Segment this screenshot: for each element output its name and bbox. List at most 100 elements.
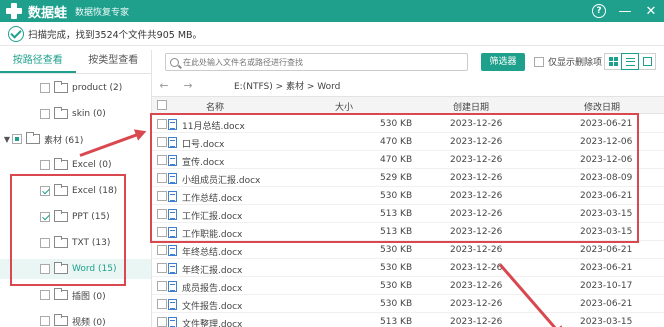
folder-icon <box>54 158 68 170</box>
word-document-icon <box>168 317 177 327</box>
tree-item[interactable]: 视频 (0) <box>0 311 151 327</box>
grid-view-icon <box>608 57 618 66</box>
folder-icon <box>26 132 40 144</box>
view-tabs: 按路径查看 按类型查看 <box>0 50 151 74</box>
file-modified-date: 2023-10-17 <box>580 281 633 291</box>
title-bar: 数据蛙 数据恢复专家 ? — ✕ <box>0 0 664 22</box>
file-modified-date: 2023-06-21 <box>580 299 633 309</box>
check-circle-icon <box>8 25 24 42</box>
tree-item-label: 素材 (61) <box>44 135 84 146</box>
word-document-icon <box>168 281 177 292</box>
toolbar: 筛选器 仅显示删除项 <box>152 50 664 74</box>
scan-status-text: 扫描完成，找到3524个文件共905 MB。 <box>28 29 203 41</box>
search-icon <box>170 57 179 67</box>
help-icon: ? <box>592 4 606 18</box>
deleted-only-checkbox[interactable] <box>534 56 544 67</box>
folder-icon <box>54 81 68 93</box>
word-document-icon <box>168 263 177 274</box>
filter-button[interactable]: 筛选器 <box>481 53 525 71</box>
tree-item-checkbox[interactable] <box>40 316 50 326</box>
table-row[interactable]: 成员报告.docx 530 KB 2023-12-26 2023-10-17 <box>152 277 664 295</box>
tree-item-label: skin (0) <box>72 109 106 119</box>
file-size: 530 KB <box>380 245 413 255</box>
detail-view-button[interactable] <box>638 53 656 70</box>
file-modified-date: 2023-03-15 <box>580 317 633 327</box>
tree-item-checkbox[interactable] <box>40 109 50 119</box>
forward-arrow-icon[interactable]: → <box>176 79 200 92</box>
deleted-only-toggle[interactable]: 仅显示删除项 <box>534 55 602 68</box>
column-modified[interactable]: 修改日期 <box>584 100 620 113</box>
tree-item-label: 插图 (0) <box>72 291 106 302</box>
row-checkbox[interactable] <box>157 263 167 273</box>
logo-cross-icon <box>4 1 24 21</box>
search-box[interactable] <box>165 53 468 71</box>
column-name[interactable]: 名称 <box>206 100 224 113</box>
minimize-button[interactable]: — <box>612 0 638 22</box>
deleted-only-label: 仅显示删除项 <box>548 58 603 68</box>
tree-item-checkbox[interactable] <box>40 290 50 300</box>
search-input[interactable] <box>183 57 453 67</box>
select-all-checkbox[interactable] <box>157 100 167 110</box>
file-created-date: 2023-12-26 <box>450 299 503 309</box>
folder-icon <box>54 314 68 326</box>
tree-item[interactable]: 插图 (0) <box>0 285 151 305</box>
file-name: 文件报告.docx <box>182 302 243 312</box>
tree-item-checkbox[interactable] <box>40 160 50 170</box>
window-controls: ? — ✕ <box>586 0 664 22</box>
file-name: 文件整理.docx <box>182 320 243 327</box>
file-created-date: 2023-12-26 <box>450 281 503 291</box>
tree-item-label: Excel (0) <box>72 160 112 170</box>
row-checkbox[interactable] <box>157 317 167 327</box>
back-arrow-icon[interactable]: ← <box>152 79 176 92</box>
table-row[interactable]: 年终汇报.docx 530 KB 2023-12-26 2023-06-21 <box>152 259 664 277</box>
row-checkbox[interactable] <box>157 245 167 255</box>
tree-item[interactable]: skin (0) <box>0 104 151 124</box>
file-size: 530 KB <box>380 263 413 273</box>
tab-by-type[interactable]: 按类型查看 <box>76 50 152 73</box>
chevron-down-icon[interactable]: ▼ <box>2 135 12 144</box>
annotation-box-left <box>10 174 126 286</box>
tree-item[interactable]: Excel (0) <box>0 155 151 175</box>
table-row[interactable]: 文件报告.docx 530 KB 2023-12-26 2023-06-21 <box>152 295 664 313</box>
list-view-button[interactable] <box>621 53 639 70</box>
table-row[interactable]: 文件整理.docx 513 KB 2023-12-26 2023-03-15 <box>152 313 664 327</box>
table-row[interactable]: 年终总结.docx 530 KB 2023-12-26 2023-06-21 <box>152 241 664 259</box>
word-document-icon <box>168 245 177 256</box>
file-name: 年终总结.docx <box>182 248 243 258</box>
file-modified-date: 2023-06-21 <box>580 263 633 273</box>
word-document-icon <box>168 299 177 310</box>
tab-by-path[interactable]: 按路径查看 <box>0 50 76 73</box>
row-checkbox[interactable] <box>157 281 167 291</box>
app-name: 数据蛙 <box>28 5 68 21</box>
app-window: 数据蛙 数据恢复专家 ? — ✕ 扫描完成，找到3524个文件共905 MB。 … <box>0 0 664 327</box>
file-name: 年终汇报.docx <box>182 266 243 276</box>
tree-item[interactable]: product (2) <box>0 78 151 98</box>
tree-item-label: 视频 (0) <box>72 317 106 327</box>
close-button[interactable]: ✕ <box>638 0 664 22</box>
file-modified-date: 2023-06-21 <box>580 245 633 255</box>
tree-item-label: product (2) <box>72 83 123 93</box>
scan-status-bar: 扫描完成，找到3524个文件共905 MB。 <box>0 22 664 46</box>
column-created[interactable]: 创建日期 <box>453 100 489 113</box>
app-logo: 数据蛙 数据恢复专家 <box>4 1 129 21</box>
tree-indent: ▼ <box>0 135 12 144</box>
path-bar: ← → E:(NTFS) > 素材 > Word <box>152 76 664 94</box>
file-size: 513 KB <box>380 317 413 327</box>
folder-icon <box>54 288 68 300</box>
file-created-date: 2023-12-26 <box>450 317 503 327</box>
tree-item-checkbox[interactable] <box>40 83 50 93</box>
list-view-icon <box>625 57 635 66</box>
grid-view-button[interactable] <box>604 53 622 70</box>
folder-icon <box>54 107 68 119</box>
file-size: 530 KB <box>380 299 413 309</box>
file-name: 成员报告.docx <box>182 284 243 294</box>
tree-item-checkbox[interactable] <box>12 134 22 144</box>
breadcrumb[interactable]: E:(NTFS) > 素材 > Word <box>234 79 340 92</box>
file-size: 530 KB <box>380 281 413 291</box>
column-size[interactable]: 大小 <box>335 100 353 113</box>
help-button[interactable]: ? <box>586 0 612 22</box>
row-checkbox[interactable] <box>157 299 167 309</box>
app-subtitle: 数据恢复专家 <box>75 7 130 18</box>
file-created-date: 2023-12-26 <box>450 245 503 255</box>
view-mode-buttons <box>604 53 656 70</box>
